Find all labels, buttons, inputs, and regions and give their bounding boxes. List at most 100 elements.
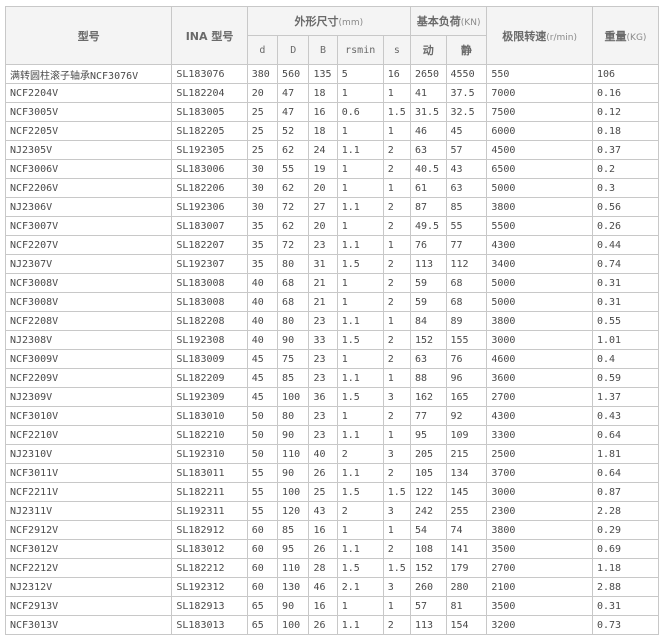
cell-outer-D: 95 [277,539,310,559]
cell-model: NCF3005V [4,102,173,122]
cell-ina-model: SL192306 [171,197,248,217]
cell-model: NJ2309V [4,387,173,407]
cell-weight: 0.4 [592,349,659,369]
cell-outer-D: 110 [277,444,310,464]
cell-s: 2 [382,216,411,236]
cell-ina-model: SL182913 [171,596,248,616]
cell-ina-model: SL183007 [171,216,248,236]
cell-outer-D: 62 [277,178,310,198]
cell-outer-D: 100 [277,387,310,407]
cell-d: 380 [246,64,279,84]
table-row: NJ2309V SL192309 45 100 36 1.5 3 162 165 2700 1.37 [4,387,659,407]
cell-outer-D: 90 [277,330,310,350]
cell-weight: 1.37 [592,387,659,407]
cell-static-load: 112 [445,254,488,274]
cell-weight: 0.55 [592,311,659,331]
cell-static-load: 77 [445,235,488,255]
cell-s: 2 [382,349,411,369]
speed-unit: (r/min) [546,32,578,43]
cell-outer-D: 80 [277,254,310,274]
cell-width-B: 36 [308,387,338,407]
cell-model: NJ2307V [4,254,173,274]
cell-limit-speed: 2300 [486,501,593,521]
cell-s: 16 [382,64,411,84]
cell-s: 1 [382,311,411,331]
cell-d: 65 [246,615,279,635]
cell-outer-D: 47 [277,83,310,103]
cell-limit-speed: 3600 [486,368,593,388]
cell-weight: 0.59 [592,368,659,388]
cell-width-B: 26 [308,463,338,483]
cell-weight: 2.88 [592,577,659,597]
cell-d: 30 [246,159,279,179]
cell-dynamic-load: 63 [409,349,447,369]
cell-static-load: 81 [445,596,488,616]
table-row: NCF3011V SL183011 55 90 26 1.1 2 105 134 3700 0.64 [4,463,659,483]
cell-limit-speed: 3000 [486,482,593,502]
cell-model: NJ2305V [4,140,173,160]
table-body: 满转圆柱滚子轴承NCF3076V SL183076 380 560 135 5 16 2650… [4,64,659,635]
cell-limit-speed: 7500 [486,102,593,122]
cell-s: 2 [382,159,411,179]
table-row: NCF3006V SL183006 30 55 19 1 2 40.5 43 6500 0.2 [4,159,659,179]
cell-ina-model: SL183009 [171,349,248,369]
cell-d: 55 [246,463,279,483]
cell-limit-speed: 4500 [486,140,593,160]
cell-weight: 0.2 [592,159,659,179]
cell-d: 50 [246,425,279,445]
cell-dynamic-load: 54 [409,520,447,540]
weight-label: 重量 [604,29,627,43]
cell-ina-model: SL192307 [171,254,248,274]
cell-static-load: 76 [445,349,488,369]
cell-model: NCF3012V [4,539,173,559]
cell-rsmin: 1.1 [336,463,384,483]
cell-outer-D: 560 [277,64,310,84]
cell-static-load: 68 [445,273,488,293]
cell-outer-D: 80 [277,406,310,426]
cell-model: NCF2211V [4,482,173,502]
cell-weight: 0.56 [592,197,659,217]
cell-d: 40 [246,311,279,331]
cell-static-load: 68 [445,292,488,312]
cell-static-load: 155 [445,330,488,350]
cell-s: 1 [382,178,411,198]
table-row: NCF3013V SL183013 65 100 26 1.1 2 113 154 3200 0.7… [4,615,659,635]
cell-ina-model: SL192308 [171,330,248,350]
cell-weight: 1.01 [592,330,659,350]
cell-static-load: 280 [445,577,488,597]
cell-model: NCF2204V [4,83,173,103]
cell-weight: 0.69 [592,539,659,559]
cell-weight: 0.73 [592,615,659,635]
cell-limit-speed: 3800 [486,197,593,217]
cell-d: 25 [246,140,279,160]
cell-rsmin: 1 [336,406,384,426]
speed-label: 极限转速 [502,29,547,43]
col-header-D: D [277,35,310,65]
cell-ina-model: SL183012 [171,539,248,559]
cell-dynamic-load: 113 [409,615,447,635]
cell-s: 2 [382,463,411,483]
cell-ina-model: SL182206 [171,178,248,198]
cell-weight: 106 [592,64,659,84]
cell-limit-speed: 6000 [486,121,593,141]
cell-ina-model: SL192312 [171,577,248,597]
cell-dynamic-load: 31.5 [409,102,447,122]
cell-s: 2 [382,273,411,293]
cell-rsmin: 1 [336,596,384,616]
cell-limit-speed: 4600 [486,349,593,369]
cell-outer-D: 110 [277,558,310,578]
cell-d: 55 [246,482,279,502]
cell-rsmin: 1.5 [336,558,384,578]
col-header-dimensions: 外形尺寸(mm) [246,6,411,36]
cell-width-B: 18 [308,121,338,141]
cell-d: 45 [246,387,279,407]
cell-static-load: 145 [445,482,488,502]
cell-dynamic-load: 2650 [409,64,447,84]
table-row: NCF3010V SL183010 50 80 23 1 2 77 92 4300 0.43 [4,406,659,426]
cell-weight: 0.29 [592,520,659,540]
cell-ina-model: SL182210 [171,425,248,445]
cell-width-B: 25 [308,482,338,502]
col-header-static: 静 [445,35,488,65]
cell-static-load: 4550 [445,64,488,84]
cell-model: NCF2207V [4,235,173,255]
